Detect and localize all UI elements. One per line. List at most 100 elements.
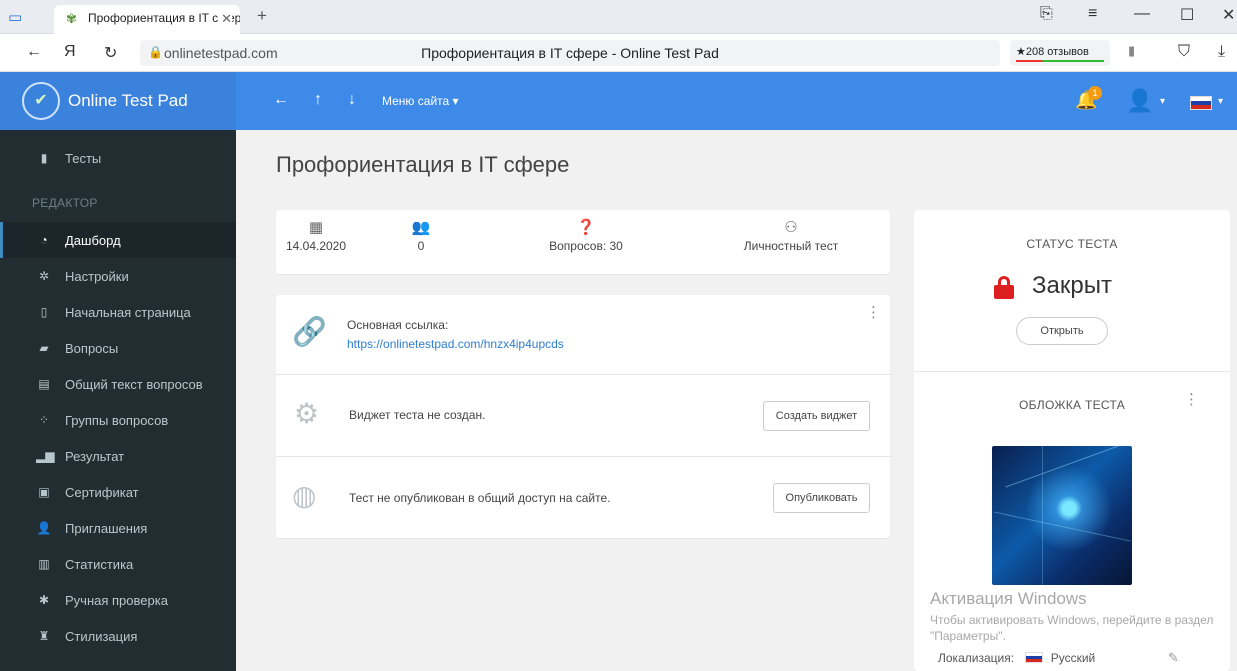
cover-menu-icon[interactable]: ⋮: [1184, 390, 1199, 408]
yandex-icon[interactable]: Я: [64, 43, 76, 61]
user-caret-icon[interactable]: ▾: [1160, 96, 1165, 107]
open-test-button[interactable]: Открыть: [1016, 317, 1108, 345]
site-menu-label: Меню сайта: [382, 94, 450, 108]
publish-row: ◍ Тест не опубликован в общий доступ на …: [276, 456, 892, 538]
back-icon[interactable]: ←: [26, 43, 42, 61]
localization-value[interactable]: Русский: [1051, 651, 1096, 665]
users-icon: 👥: [411, 219, 431, 236]
favicon-icon: ✾: [66, 11, 77, 26]
stat-type-value: Личностный тест: [743, 239, 839, 253]
dashboard-icon: ◔: [40, 233, 48, 247]
tests-icon: ▮: [40, 151, 48, 165]
invite-icon: 👤: [36, 521, 52, 535]
menu-icon[interactable]: ≡: [1088, 5, 1097, 23]
page-icon: ▯: [40, 305, 48, 319]
localization: Локализация: Русский: [938, 651, 1095, 665]
sidebar-item-label: Дашборд: [65, 233, 121, 248]
bookmarks-icon[interactable]: ⎘: [1040, 5, 1053, 23]
widget-status-text: Виджет теста не создан.: [349, 408, 486, 422]
header-up-icon[interactable]: ↑: [314, 91, 322, 109]
review-icon: ✱: [38, 593, 50, 607]
personality-icon: ⚇: [784, 219, 798, 236]
stat-questions-value: Вопросов: 30: [549, 239, 623, 253]
logo-icon: ✔: [22, 82, 60, 120]
activation-title: Активация Windows: [930, 589, 1087, 608]
stat-participants: 👥 0: [386, 210, 456, 274]
user-icon[interactable]: 👤: [1126, 88, 1153, 114]
stat-participants-value: 0: [417, 239, 425, 253]
language-flag-icon[interactable]: [1190, 96, 1212, 110]
reviews-bar: [1016, 60, 1104, 62]
address-bar: ← Я ↻ 🔒 onlinetestpad.com Профориентация…: [0, 34, 1237, 72]
maximize-icon[interactable]: ☐: [1180, 5, 1194, 25]
reload-icon[interactable]: ↻: [104, 43, 117, 63]
url-host: onlinetestpad.com: [164, 45, 278, 61]
reviews-label: ★208 отзывов: [1016, 46, 1089, 58]
status-title: СТАТУС ТЕСТА: [1026, 237, 1118, 251]
questions-icon: ▰: [39, 341, 49, 355]
sidebar-item-styling[interactable]: ♜ Стилизация: [0, 618, 236, 654]
sidebar-item-question-groups[interactable]: ⁘ Группы вопросов: [0, 402, 236, 438]
sidebar-item-common-text[interactable]: ▤ Общий текст вопросов: [0, 366, 236, 402]
sidebar-item-label: Приглашения: [65, 521, 148, 536]
browser-tab[interactable]: ✾ Профориентация в IT сфере ✕: [54, 5, 240, 34]
question-icon: ❓: [576, 219, 596, 236]
tabs-panel-icon[interactable]: ▭: [8, 8, 28, 26]
windows-activation-watermark: Активация Windows Чтобы активировать Win…: [930, 589, 1220, 644]
sidebar-item-result[interactable]: ▂▆ Результат: [0, 438, 236, 474]
russian-flag-icon: [1025, 652, 1044, 663]
page-title: Профориентация в IT сфере: [276, 152, 570, 177]
sidebar-item-label: Начальная страница: [65, 305, 191, 320]
sidebar-item-label: Сертификат: [65, 485, 139, 500]
create-widget-button[interactable]: Создать виджет: [763, 401, 870, 431]
sidebar-item-label: Тесты: [65, 151, 102, 166]
sidebar-item-manual-review[interactable]: ✱ Ручная проверка: [0, 582, 236, 618]
stats-icon: ▥: [38, 557, 50, 571]
minimize-icon[interactable]: —: [1134, 5, 1150, 23]
calendar-icon: ▦: [308, 219, 324, 236]
download-icon[interactable]: ⤓: [1218, 43, 1225, 61]
close-window-icon[interactable]: ✕: [1222, 5, 1235, 25]
cover-image[interactable]: [992, 446, 1132, 585]
stats-card: ▦ 14.04.2020 👥 0 ❓ Вопросов: 30 ⚇ Личнос…: [276, 210, 890, 274]
url-field[interactable]: 🔒 onlinetestpad.com Профориентация в IT …: [140, 40, 1000, 66]
sidebar-item-label: Статистика: [65, 557, 134, 572]
logo-area[interactable]: ✔ Online Test Pad: [0, 72, 236, 130]
main-link-label: Основная ссылка:: [347, 318, 449, 332]
sidebar-item-tests[interactable]: ▮ Тесты: [0, 140, 236, 176]
status-value: Закрыт: [1032, 272, 1112, 299]
style-icon: ♜: [38, 629, 50, 643]
logo-text: Online Test Pad: [68, 91, 188, 110]
sidebar-item-invitations[interactable]: 👤 Приглашения: [0, 510, 236, 546]
sidebar-item-settings[interactable]: ✲ Настройки: [0, 258, 236, 294]
reviews-badge[interactable]: ★208 отзывов: [1010, 40, 1110, 66]
tab-close-icon[interactable]: ✕: [218, 11, 232, 27]
new-tab-button[interactable]: +: [257, 6, 267, 26]
sidebar-item-label: Общий текст вопросов: [65, 377, 203, 392]
localization-label: Локализация:: [938, 651, 1015, 665]
notification-badge: 1: [1088, 86, 1102, 100]
header-down-icon[interactable]: ↓: [348, 91, 356, 109]
sidebar-item-certificate[interactable]: ▣ Сертификат: [0, 474, 236, 510]
browser-tabbar: ▭ ✾ Профориентация в IT сфере ✕ + ⎘ ≡ — …: [0, 0, 1237, 34]
sidebar-item-dashboard[interactable]: ◔ Дашборд: [0, 222, 236, 258]
publish-button[interactable]: Опубликовать: [773, 483, 870, 513]
certificate-icon: ▣: [38, 485, 50, 499]
sidebar-item-label: Результат: [65, 449, 125, 464]
main-link-url[interactable]: https://onlinetestpad.com/hnzx4ip4upcds: [347, 337, 564, 351]
bookmark-icon[interactable]: ▮: [1128, 43, 1135, 59]
header-back-icon[interactable]: ←: [273, 91, 289, 109]
site-menu-button[interactable]: Меню сайта ▾: [382, 94, 459, 108]
sidebar-item-start-page[interactable]: ▯ Начальная страница: [0, 294, 236, 330]
stat-type: ⚇ Личностный тест: [716, 210, 866, 274]
protect-icon[interactable]: ⛉: [1178, 43, 1190, 61]
activation-text: Чтобы активировать Windows, перейдите в …: [930, 613, 1214, 643]
gear-icon: ✲: [38, 269, 50, 283]
edit-pencil-icon[interactable]: ✎: [1168, 650, 1179, 666]
stat-date: ▦ 14.04.2020: [276, 210, 356, 274]
groups-icon: ⁘: [38, 413, 50, 427]
language-caret-icon[interactable]: ▾: [1218, 96, 1223, 107]
sidebar-item-label: Настройки: [65, 269, 129, 284]
sidebar-item-questions[interactable]: ▰ Вопросы: [0, 330, 236, 366]
sidebar-item-statistics[interactable]: ▥ Статистика: [0, 546, 236, 582]
